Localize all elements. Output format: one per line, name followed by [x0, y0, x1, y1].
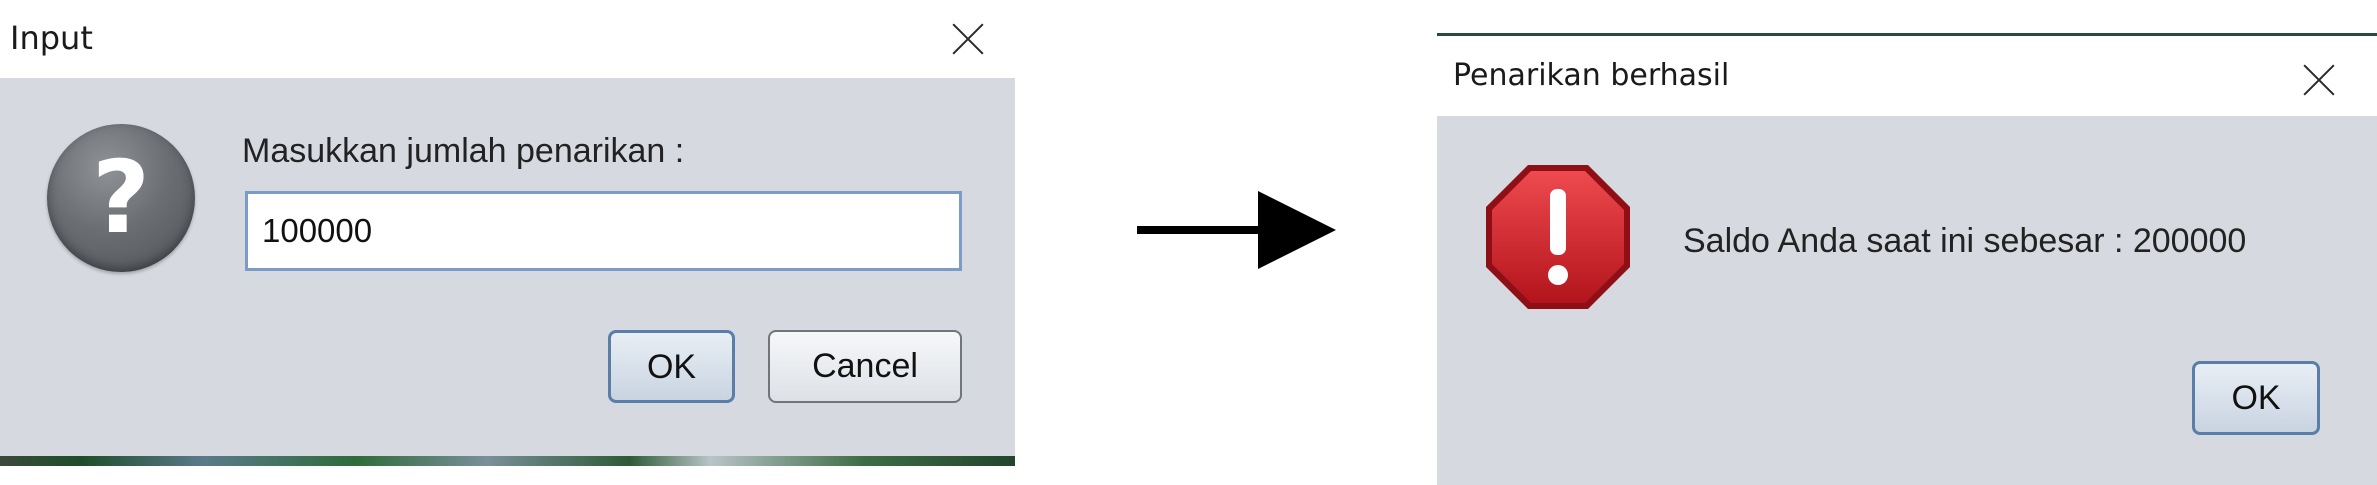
screenshot-stage: Input ? Masukkan jumlah penarikan : OK C…: [0, 0, 2377, 485]
desktop-background-strip: [0, 456, 1015, 466]
close-icon[interactable]: [950, 21, 986, 57]
result-dialog-title: Penarikan berhasil: [1453, 58, 1730, 93]
question-icon: ?: [47, 124, 195, 272]
input-dialog-titlebar[interactable]: Input: [0, 0, 1015, 78]
right-arrow-icon: [1137, 226, 1272, 234]
arrow-head-icon: [1258, 191, 1336, 269]
cancel-button[interactable]: Cancel: [768, 330, 962, 403]
withdraw-amount-label: Masukkan jumlah penarikan :: [242, 132, 685, 170]
result-dialog-titlebar[interactable]: Penarikan berhasil: [1437, 36, 2377, 116]
result-dialog: Penarikan berhasil Saldo Anda saat ini s…: [1437, 33, 2377, 485]
balance-message: Saldo Anda saat ini sebesar : 200000: [1683, 222, 2247, 260]
input-dialog-title: Input: [10, 19, 93, 57]
warning-stop-icon: [1486, 165, 1630, 309]
ok-button[interactable]: OK: [608, 330, 735, 403]
withdraw-amount-input[interactable]: [245, 191, 962, 271]
input-dialog: Input ? Masukkan jumlah penarikan : OK C…: [0, 0, 1015, 466]
close-icon[interactable]: [2301, 62, 2337, 98]
ok-button[interactable]: OK: [2192, 361, 2320, 435]
